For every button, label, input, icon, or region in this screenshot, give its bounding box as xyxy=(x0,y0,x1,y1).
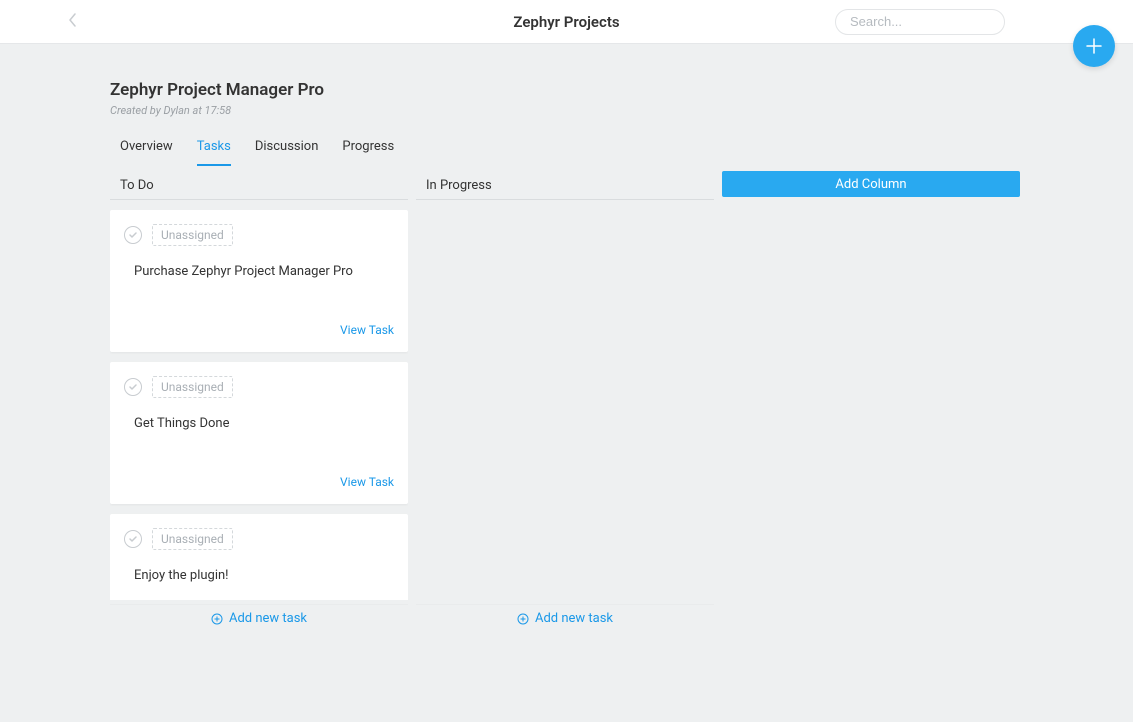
assignee-chipműосновных=[interactable]: Unassigned xyxy=(152,528,233,550)
tab-tasks[interactable]: Tasks xyxy=(197,139,231,166)
task-card[interactable]: Unassigned Enjoy the plugin! xyxy=(110,514,408,600)
project-meta: Created by Dylan at 17:58 xyxy=(110,104,1023,117)
task-title: Enjoy the plugin! xyxy=(124,568,394,583)
assignee-chip[interactable]: Unassigned xyxy=(152,376,233,398)
plus-circle-icon xyxy=(211,613,223,625)
check-icon xyxy=(128,230,138,240)
add-task-label: Add new task xyxy=(229,611,307,626)
card-footer: View Task xyxy=(124,471,394,490)
check-icon xyxy=(128,534,138,544)
task-title: Purchase Zephyr Project Manager Pro xyxy=(124,264,394,279)
tabs-bar: Overview Tasks Discussion Progress xyxy=(110,139,1023,166)
task-title: Get Things Done xyxy=(124,416,394,431)
page-title: Zephyr Projects xyxy=(513,13,619,31)
task-card[interactable]: Unassigned Purchase Zephyr Project Manag… xyxy=(110,210,408,352)
tab-discussion[interactable]: Discussion xyxy=(255,139,319,166)
view-task-link[interactable]: View Task xyxy=(340,475,394,489)
assignee-chip[interactable]: Unassigned xyxy=(152,224,233,246)
view-task-link[interactable]: View Task xyxy=(340,323,394,337)
search-input[interactable] xyxy=(835,9,1005,35)
top-bar: Zephyr Projects xyxy=(0,0,1133,44)
add-task-button[interactable]: Add new task xyxy=(110,604,408,626)
kanban-board: To Do Unassigned Purchase Zephyr Project… xyxy=(110,172,1023,626)
card-header: Unassigned xyxy=(124,528,394,550)
add-task-button[interactable]: Add new task xyxy=(416,604,714,626)
card-footer: View Task xyxy=(124,319,394,338)
tab-progress[interactable]: Progress xyxy=(342,139,394,166)
task-card[interactable]: Unassigned Get Things Done View Task xyxy=(110,362,408,504)
board-column-todo: To Do Unassigned Purchase Zephyr Project… xyxy=(110,172,408,626)
column-header[interactable]: In Progress xyxy=(416,172,714,200)
check-icon xyxy=(128,382,138,392)
card-header: Unassigned xyxy=(124,376,394,398)
column-header[interactable]: To Do xyxy=(110,172,408,200)
add-column-button[interactable]: Add Column xyxy=(722,171,1020,197)
card-header: Unassigned xyxy=(124,224,394,246)
board-column-in-progress: In Progress Add new task xyxy=(416,172,714,626)
plus-icon xyxy=(1084,36,1104,56)
add-button[interactable] xyxy=(1073,25,1115,67)
complete-toggle[interactable] xyxy=(124,530,142,548)
complete-toggle[interactable] xyxy=(124,378,142,396)
add-task-label: Add new task xyxy=(535,611,613,626)
content-area: Zephyr Project Manager Pro Created by Dy… xyxy=(0,44,1133,626)
board-column-add: Add Column xyxy=(722,172,1020,626)
column-list: Unassigned Purchase Zephyr Project Manag… xyxy=(110,210,408,600)
tab-overview[interactable]: Overview xyxy=(120,139,173,166)
back-chevron-icon[interactable] xyxy=(68,12,78,32)
column-list xyxy=(416,210,714,600)
complete-toggle[interactable] xyxy=(124,226,142,244)
project-title: Zephyr Project Manager Pro xyxy=(110,80,1023,100)
plus-circle-icon xyxy=(517,613,529,625)
